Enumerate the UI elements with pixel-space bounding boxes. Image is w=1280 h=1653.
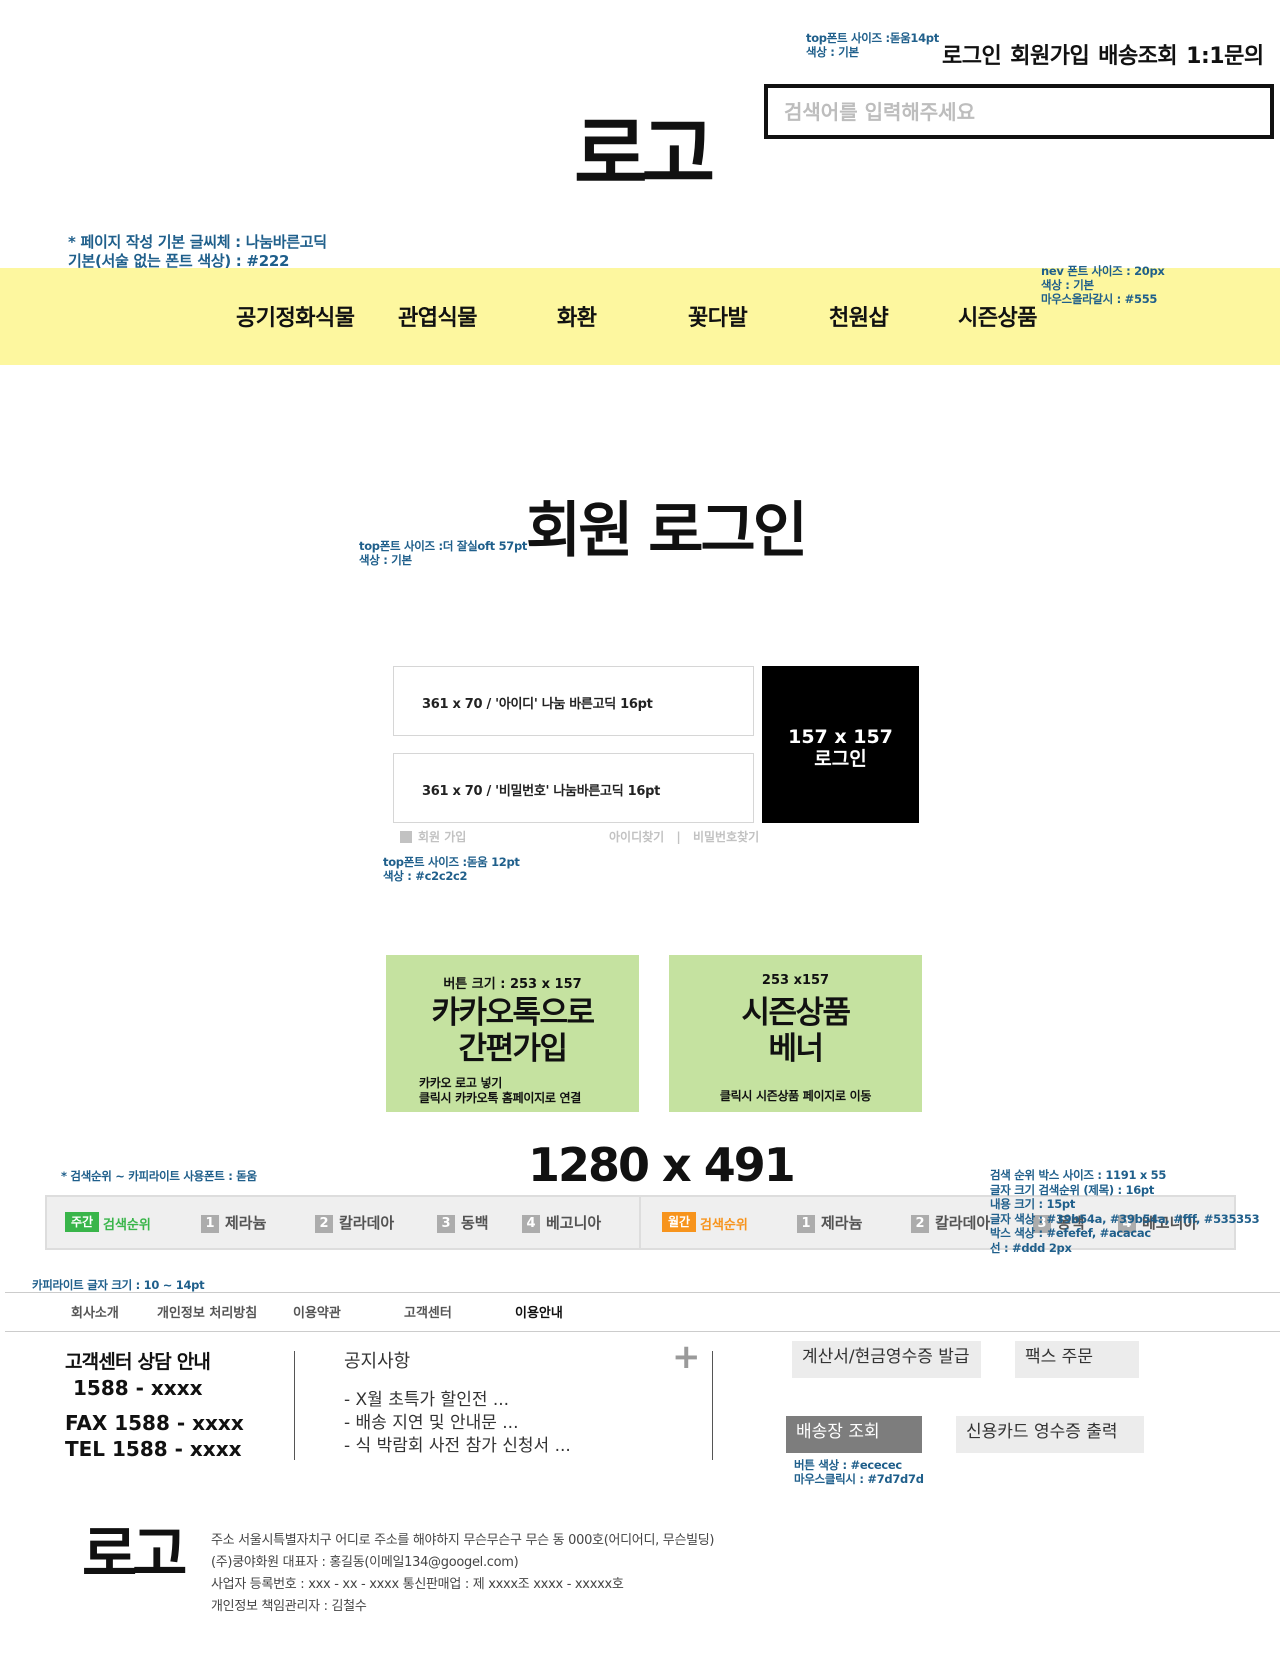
signup-top-link[interactable]: 회원가입 [1010,44,1089,69]
footer-link-cs[interactable]: 고객센터 [404,1302,452,1321]
monthly-ranking-title: 검색순위 [700,1218,748,1233]
weekly-rank-item[interactable]: 4 베고니아 [522,1212,601,1233]
cs-fax: FAX 1588 - xxxx [65,1411,244,1435]
banner-title: 카카오톡으로 간편가입 [431,995,595,1067]
address-text: 주소 서울시특별자치구 어디로 주소를 해야하지 무슨무슨구 무슨 동 000호… [211,1533,715,1548]
search-input[interactable] [768,88,1270,135]
ranking-font-note: * 검색순위 ~ 카피라이트 사용폰트 : 돋움 [61,1169,257,1183]
divider [712,1351,713,1460]
banner-desc: 카카오 로고 넣기 클릭시 카카오톡 홈페이지로 연결 [419,1076,581,1105]
checkbox-square-icon [400,831,412,843]
monthly-rank-item[interactable]: 1 제라늄 [797,1212,862,1233]
login-links-note: top폰트 사이즈 :돋움 12pt 색상 : #c2c2c2 [383,855,520,883]
login-link[interactable]: 로그인 [942,44,1002,69]
weekly-rank-item[interactable]: 2 칼라데아 [315,1212,394,1233]
section-size-label: 1280 x 491 [528,1138,796,1192]
notice-item[interactable]: - X월 초특가 할인전 ... [344,1385,509,1410]
signup-link-label: 회원 가입 [418,830,467,844]
nav-item-foliage[interactable]: 관엽식물 [398,300,477,332]
service-button-note: 버튼 색상 : #ececec 마우스클릭시 : #7d7d7d [794,1458,924,1486]
login-button[interactable]: 157 x 157 로그인 [762,666,919,823]
find-links: 아이디찾기 | 비밀번호찾기 [609,828,759,845]
privacy-manager-text: 개인정보 책임관리자 : 김철수 [211,1599,367,1614]
password-field[interactable]: 361 x 70 / '비밀번호' 나눔바른고딕 16pt [393,753,754,823]
divider [5,1292,1280,1293]
find-password-link[interactable]: 비밀번호찾기 [693,830,759,844]
search-box [764,84,1274,139]
top-font-note: top폰트 사이즈 :돋움14pt 색상 : 기본 [806,31,939,59]
footer-logo[interactable]: 로고 [82,1522,187,1588]
ranking-divider [639,1197,641,1248]
cs-tel: TEL 1588 - xxxx [65,1437,242,1461]
nav-font-note: nev 폰트 사이즈 : 20px 색상 : 기본 마우스올라갈시 : #555 [1041,264,1165,306]
footer-link-company[interactable]: 회사소개 [71,1302,119,1321]
login-title-note: top폰트 사이즈 :더 잘실oft 57pt 색상 : 기본 [359,539,528,567]
business-number-text: 사업자 등록번호 : xxx - xx - xxxx 통신판매업 : 제 xxx… [211,1577,624,1592]
login-button-size: 157 x 157 [788,726,893,748]
inquiry-link[interactable]: 1:1문의 [1186,44,1264,69]
monthly-rank-item[interactable]: 2 칼라데아 [911,1212,990,1233]
divider [294,1351,295,1460]
delivery-lookup-button[interactable]: 배송장 조회 [786,1416,922,1453]
copyright-note: 카피라이트 글자 크기 : 10 ~ 14pt [32,1278,205,1292]
notice-item[interactable]: - 배송 지연 및 안내문 ... [344,1408,519,1433]
weekly-rank-item[interactable]: 1 제라늄 [201,1212,266,1233]
page-font-note: * 페이지 작성 기본 글씨체 : 나눔바른고딕 기본(서술 없는 폰트 색상)… [68,233,327,270]
monthly-tag[interactable]: 월간 [662,1212,697,1232]
season-product-banner[interactable]: 253 x157 시즌상품 베너 클릭시 시즌상품 페이지로 이동 [669,955,922,1112]
kakao-signup-banner[interactable]: 버튼 크기 : 253 x 157 카카오톡으로 간편가입 카카오 로고 넣기 … [386,955,639,1112]
signup-link[interactable]: 회원 가입 [400,828,466,845]
nav-item-air-purifying[interactable]: 공기정화식물 [236,300,355,332]
footer-link-guide[interactable]: 이용안내 [515,1302,563,1321]
ranking-style-note: 검색 순위 박스 사이즈 : 1191 x 55 글자 크기 검색순위 (제목)… [990,1168,1260,1255]
login-button-label: 로그인 [814,748,867,770]
page-title: 회원 로그인 [526,496,808,566]
password-field-label: 361 x 70 / '비밀번호' 나눔바른고딕 16pt [422,784,660,799]
fax-order-button[interactable]: 팩스 주문 [1015,1341,1139,1378]
id-field[interactable]: 361 x 70 / '아이디' 나눔 바른고딕 16pt [393,666,754,736]
cs-title: 고객센터 상담 안내 [65,1351,211,1373]
receipt-button[interactable]: 계산서/현금영수증 발급 [792,1341,981,1378]
delivery-track-link[interactable]: 배송조회 [1098,44,1177,69]
banner-desc: 클릭시 시즌상품 페이지로 이동 [719,1089,872,1103]
card-receipt-button[interactable]: 신용카드 영수증 출력 [956,1416,1144,1453]
nav-item-wreath[interactable]: 화환 [557,300,597,332]
company-text: (주)쿵야화원 대표자 : 홍길동(이메일134@googel.com) [211,1555,519,1570]
top-links: 로그인 회원가입 배송조회 1:1문의 [942,38,1264,70]
banner-title: 시즌상품 베너 [741,995,851,1067]
nav-item-season[interactable]: 시즌상품 [958,300,1037,332]
banner-size-label: 버튼 크기 : 253 x 157 [443,977,582,992]
notice-title: 공지사항 [344,1351,411,1372]
find-id-link[interactable]: 아이디찾기 [609,830,664,844]
weekly-rank-item[interactable]: 3 동백 [437,1212,489,1233]
site-logo[interactable]: 로고 [574,110,715,200]
weekly-tag[interactable]: 주간 [65,1212,100,1232]
link-separator: | [676,830,681,844]
divider [5,1331,1280,1332]
banner-size-label: 253 x157 [761,973,830,988]
footer-link-terms[interactable]: 이용약관 [293,1302,341,1321]
id-field-label: 361 x 70 / '아이디' 나눔 바른고딕 16pt [422,697,653,712]
weekly-ranking-title: 검색순위 [103,1218,151,1233]
footer-link-privacy[interactable]: 개인정보 처리방침 [157,1302,257,1321]
nav-item-bouquet[interactable]: 꽃다발 [688,300,748,332]
plus-icon[interactable]: + [672,1337,701,1377]
nav-item-thousand-shop[interactable]: 천원샵 [829,300,889,332]
cs-phone: 1588 - xxxx [73,1376,203,1400]
notice-item[interactable]: - 식 박람회 사전 참가 신청서 ... [344,1431,571,1456]
